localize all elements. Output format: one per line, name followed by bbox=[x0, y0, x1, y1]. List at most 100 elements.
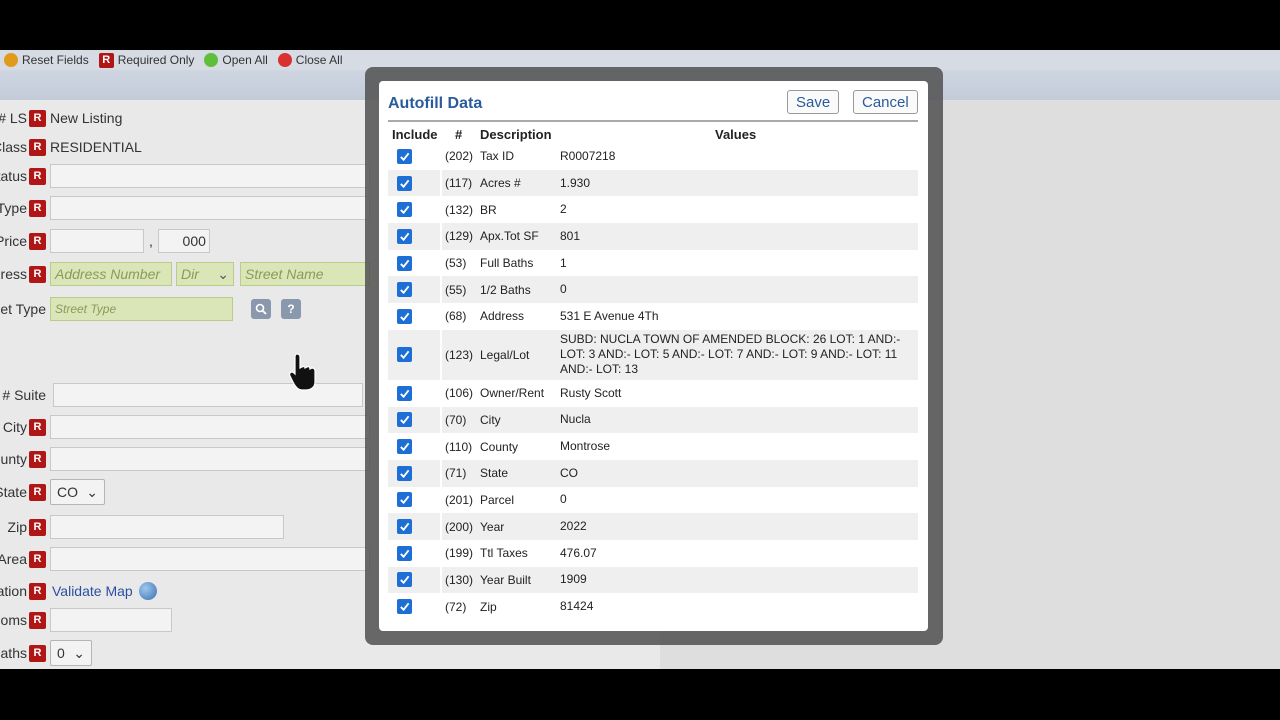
status-field[interactable] bbox=[50, 164, 370, 188]
include-checkbox[interactable] bbox=[397, 519, 412, 535]
table-row: (53) Full Baths 1 bbox=[388, 250, 918, 277]
checkmark-icon bbox=[400, 416, 410, 425]
include-checkbox[interactable] bbox=[397, 492, 412, 508]
field-value: R0007218 bbox=[560, 148, 616, 163]
price-separator: , bbox=[149, 233, 153, 249]
globe-icon[interactable] bbox=[138, 582, 157, 600]
reset-fields-label: Reset Fields bbox=[22, 53, 89, 67]
address-number-field[interactable]: Address Number bbox=[50, 262, 172, 286]
type-field[interactable] bbox=[50, 196, 370, 220]
required-badge: R bbox=[29, 167, 46, 185]
search-icon bbox=[255, 303, 267, 315]
field-description: Year Built bbox=[480, 572, 531, 587]
row-background bbox=[388, 406, 440, 434]
required-badge: R bbox=[29, 265, 46, 283]
required-badge: R bbox=[29, 232, 46, 250]
zip-field[interactable] bbox=[50, 515, 284, 539]
field-value: 531 E Avenue 4Th bbox=[560, 308, 659, 323]
street-type-field[interactable]: Street Type bbox=[50, 297, 233, 321]
include-checkbox[interactable] bbox=[397, 465, 412, 481]
state-value: CO bbox=[57, 484, 78, 500]
field-number: (123) bbox=[445, 347, 474, 362]
include-checkbox[interactable] bbox=[397, 599, 412, 615]
form-row-address: Address R Address Number Dir ⌄ Street Na… bbox=[0, 261, 370, 287]
field-number: (53) bbox=[445, 256, 467, 271]
required-badge: R bbox=[29, 450, 46, 468]
field-number: (70) bbox=[445, 412, 467, 427]
include-checkbox[interactable] bbox=[397, 228, 412, 244]
include-checkbox[interactable] bbox=[397, 572, 412, 588]
field-label: Area bbox=[0, 551, 27, 567]
include-checkbox[interactable] bbox=[397, 347, 412, 363]
include-checkbox[interactable] bbox=[397, 148, 412, 164]
include-checkbox[interactable] bbox=[397, 175, 412, 191]
required-only-button[interactable]: R Required Only bbox=[98, 52, 194, 68]
price-cents-field[interactable]: 000 bbox=[157, 229, 210, 253]
field-value: 1909 bbox=[560, 572, 587, 587]
county-field[interactable] bbox=[50, 447, 370, 471]
required-badge: R bbox=[29, 644, 46, 662]
field-label: Price bbox=[0, 233, 27, 249]
required-icon: R bbox=[98, 52, 114, 68]
field-number: (201) bbox=[445, 492, 474, 507]
row-background bbox=[388, 593, 440, 620]
table-row: (132) BR 2 bbox=[388, 196, 918, 223]
include-checkbox[interactable] bbox=[397, 545, 412, 561]
include-checkbox[interactable] bbox=[397, 439, 412, 455]
column-values: Values bbox=[715, 127, 757, 142]
required-badge: R bbox=[29, 138, 46, 156]
field-number: (200) bbox=[445, 519, 474, 534]
column-include: Include bbox=[392, 127, 438, 142]
chevron-down-icon: ⌄ bbox=[86, 483, 98, 500]
table-row: (123) Legal/Lot SUBD: NUCLA TOWN OF AMENDE… bbox=[388, 329, 918, 380]
state-select[interactable]: CO ⌄ bbox=[50, 479, 105, 505]
close-all-button[interactable]: Close All bbox=[277, 53, 342, 67]
save-button[interactable]: Save bbox=[787, 90, 840, 114]
area-field[interactable] bbox=[50, 547, 370, 571]
checkmark-icon bbox=[400, 522, 410, 532]
include-checkbox[interactable] bbox=[397, 385, 412, 401]
form-row-status: Status R bbox=[0, 163, 370, 189]
full-baths-value: 0 bbox=[57, 645, 65, 661]
form-row-listing: LS # R New Listing bbox=[0, 105, 122, 131]
search-button[interactable] bbox=[251, 299, 271, 319]
cancel-button[interactable]: Cancel bbox=[853, 90, 918, 114]
table-row: (70) City Nucla bbox=[388, 406, 918, 434]
field-description: County bbox=[480, 439, 519, 454]
open-icon bbox=[204, 53, 219, 67]
price-field[interactable] bbox=[50, 229, 144, 253]
city-field[interactable] bbox=[50, 415, 370, 439]
table-row: (199) Ttl Taxes 476.07 bbox=[388, 540, 918, 567]
row-background bbox=[388, 196, 440, 223]
full-baths-select[interactable]: 0 ⌄ bbox=[50, 640, 92, 666]
direction-select[interactable]: Dir ⌄ bbox=[176, 262, 234, 286]
open-all-label: Open All bbox=[222, 53, 268, 67]
include-checkbox[interactable] bbox=[397, 412, 412, 428]
row-background bbox=[388, 433, 440, 460]
include-checkbox[interactable] bbox=[397, 202, 412, 218]
field-label: Location bbox=[0, 583, 27, 599]
hand-cursor-icon bbox=[289, 353, 316, 391]
reset-fields-button[interactable]: Reset Fields bbox=[4, 53, 89, 67]
include-checkbox[interactable] bbox=[397, 255, 412, 271]
chevron-down-icon: ⌄ bbox=[217, 265, 229, 282]
required-badge: R bbox=[29, 611, 46, 629]
required-badge: R bbox=[29, 483, 46, 501]
checkmark-icon bbox=[400, 389, 410, 398]
include-checkbox[interactable] bbox=[397, 308, 412, 324]
direction-placeholder: Dir bbox=[181, 266, 199, 282]
checkmark-icon bbox=[400, 496, 410, 505]
table-row: (129) Apx.Tot SF 801 bbox=[388, 223, 918, 250]
include-checkbox[interactable] bbox=[397, 282, 412, 298]
field-number: (71) bbox=[445, 466, 467, 481]
form-row-zip: Zip R bbox=[0, 514, 284, 540]
required-badge: R bbox=[29, 418, 46, 436]
rooms-field[interactable] bbox=[50, 608, 172, 632]
help-button[interactable]: ? bbox=[281, 299, 301, 319]
validate-map-link[interactable]: Validate Map bbox=[52, 583, 133, 599]
street-name-field[interactable]: Street Name bbox=[240, 262, 370, 286]
field-value: CO bbox=[560, 465, 578, 480]
form-row-area: Area R bbox=[0, 546, 370, 572]
row-background bbox=[388, 540, 440, 567]
open-all-button[interactable]: Open All bbox=[204, 53, 268, 67]
